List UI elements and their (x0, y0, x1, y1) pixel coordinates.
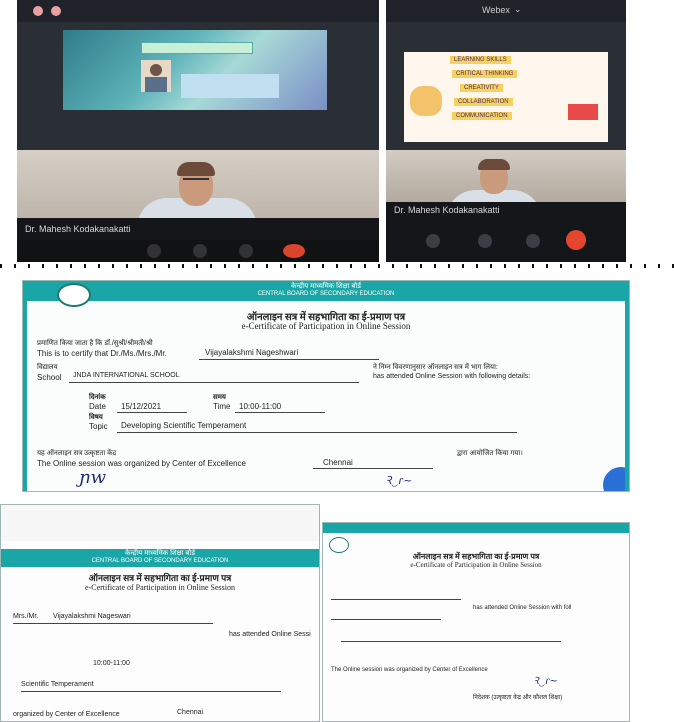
participant-name: Vijayalakshmi Nageswari (53, 613, 131, 620)
board-name-hindi: केन्द्रीय माध्यमिक शिक्षा बोर्ड (291, 283, 361, 290)
slide-banner (141, 42, 253, 54)
attended-text: has attended Online Session with foll (473, 605, 572, 611)
certificate-right: ऑनलाइन सत्र में सहभागिता का ई-प्रमाण पत्… (322, 522, 630, 722)
meeting-controls (17, 240, 379, 262)
topic-value: Developing Scientific Temperament (121, 421, 247, 430)
date-label-hindi: दिनांक (89, 394, 106, 401)
certificate-title-english: e-Certificate of Participation in Online… (241, 321, 411, 331)
border-strip (23, 301, 27, 491)
organized-text: organized by Center of Excellence (13, 711, 120, 718)
participant-name-tag: Dr. Mahesh Kodakanakatti (386, 202, 626, 218)
speaker-hair (177, 162, 215, 176)
name-underline (13, 623, 213, 624)
slide-line: CREATIVITY (460, 84, 503, 92)
date-value: 15/12/2021 (121, 402, 162, 411)
slide-cartoon (410, 86, 442, 116)
certificate-title-english: e-Certificate of Participation in Online… (410, 561, 542, 569)
share-icon[interactable] (526, 234, 540, 248)
card-top-strip (323, 523, 629, 533)
share-icon[interactable] (239, 244, 253, 258)
board-header: केन्द्रीय माध्यमिक शिक्षा बोर्ड CENTRAL … (23, 281, 629, 301)
organized-suffix-hindi: द्वारा आयोजित किया गया। (457, 450, 523, 457)
attended-text: has attended Online Session with followi… (373, 373, 531, 380)
certificate-left: केन्द्रीय माध्यमिक शिक्षा बोर्ड CENTRAL … (0, 504, 320, 722)
mic-icon[interactable] (426, 234, 440, 248)
border-strip (625, 301, 629, 491)
slide-line: LEARNING SKILLS (450, 56, 511, 64)
attended-text: has attended Online Sessi (229, 631, 311, 638)
organized-text: The Online session was organized by Cent… (331, 667, 488, 673)
leave-call-icon[interactable] (283, 244, 305, 258)
meeting-topbar: Webex ⌄ (386, 0, 626, 22)
date-underline (117, 412, 187, 413)
time-value: 10:00-11:00 (93, 660, 130, 667)
chevron-down-icon[interactable]: ⌄ (514, 4, 522, 15)
slide-line: CRITICAL THINKING (452, 70, 518, 78)
board-name-hindi: केन्द्रीय माध्यमिक शिक्षा बोर्ड (125, 550, 195, 557)
cbse-logo (57, 283, 91, 307)
certificate-main: केन्द्रीय माध्यमिक शिक्षा बोर्ड CENTRAL … (22, 280, 630, 492)
speaker-glasses (183, 178, 209, 184)
meeting-controls (386, 218, 626, 262)
app-title: Webex (482, 5, 510, 15)
field-underline (331, 599, 461, 600)
organized-text-hindi: यह ऑनलाइन सत्र उत्कृष्टता केंद्र (37, 450, 117, 457)
topic-value: Scientific Temperament (21, 681, 94, 688)
school-label-hindi: विद्यालय (37, 364, 58, 371)
director-title: निदेशक (उत्कृष्टता केंद्र और कौशल शिक्षा… (473, 695, 563, 701)
board-header: केन्द्रीय माध्यमिक शिक्षा बोर्ड CENTRAL … (1, 549, 319, 567)
field-underline (331, 619, 441, 620)
meeting-screenshot-left: Dr. Mahesh Kodakanakatti (17, 0, 379, 262)
attended-text-hindi: ने निम्न विवरणानुसार ऑनलाइन सत्र में भाग… (373, 364, 498, 371)
time-underline (235, 412, 325, 413)
slide-line: COMMUNICATION (452, 112, 512, 120)
coe-city: Chennai (177, 709, 204, 716)
participant-name: Vijayalakshmi Nageshwari (205, 348, 299, 357)
board-name-english: CENTRAL BOARD OF SECONDARY EDUCATION (257, 291, 395, 297)
shared-slide (63, 30, 327, 110)
topic-underline (21, 691, 281, 692)
topic-label-hindi: विषय (89, 414, 103, 421)
shared-slide: LEARNING SKILLS CRITICAL THINKING CREATI… (404, 52, 608, 142)
coe-city: Chennai (323, 458, 353, 467)
record-icon (33, 6, 43, 16)
topic-underline (117, 432, 517, 433)
date-label: Date (89, 402, 106, 411)
slide-sticker (568, 104, 598, 120)
speaker-hair (478, 159, 510, 170)
board-name-english: CENTRAL BOARD OF SECONDARY EDUCATION (91, 558, 229, 564)
camera-icon[interactable] (478, 234, 492, 248)
certificate-title-english: e-Certificate of Participation in Online… (85, 583, 235, 592)
organized-text: The Online session was organized by Cent… (37, 459, 246, 468)
speaker-photo (141, 60, 171, 92)
participant-name-tag: Dr. Mahesh Kodakanakatti (17, 218, 379, 240)
time-label: Time (213, 402, 231, 411)
time-label-hindi: समय (213, 394, 226, 401)
certify-text-hindi: प्रमाणित किया जाता है कि डॉ./सुश्री/श्री… (37, 340, 153, 347)
name-prefix: Mrs./Mr. (13, 613, 39, 620)
name-underline (199, 359, 379, 360)
meeting-topbar (17, 0, 379, 22)
field-underline (341, 641, 561, 642)
time-value: 10:00-11:00 (239, 402, 282, 411)
card-top-strip (1, 505, 319, 541)
coe-underline (313, 468, 433, 469)
school-name: JNDA INTERNATIONAL SCHOOL (73, 372, 180, 379)
school-label: School (37, 373, 62, 382)
slide-line: COLLABORATION (454, 98, 513, 106)
slide-text-box (181, 74, 279, 98)
signature-left: ɲw (79, 467, 106, 488)
record-icon (51, 6, 61, 16)
leave-call-icon[interactable] (566, 230, 586, 250)
signature-right: Ꝛ‿ɾ~ (533, 676, 558, 687)
school-underline (69, 382, 359, 383)
camera-icon[interactable] (193, 244, 207, 258)
signature-right: Ꝛ‿ɾ~ (385, 474, 413, 487)
dotted-separator (0, 264, 674, 268)
meeting-screenshot-right: Webex ⌄ LEARNING SKILLS CRITICAL THINKIN… (386, 0, 626, 262)
topic-label: Topic (89, 422, 108, 431)
mic-icon[interactable] (147, 244, 161, 258)
certify-text: This is to certify that Dr./Ms./Mrs./Mr. (37, 349, 167, 358)
